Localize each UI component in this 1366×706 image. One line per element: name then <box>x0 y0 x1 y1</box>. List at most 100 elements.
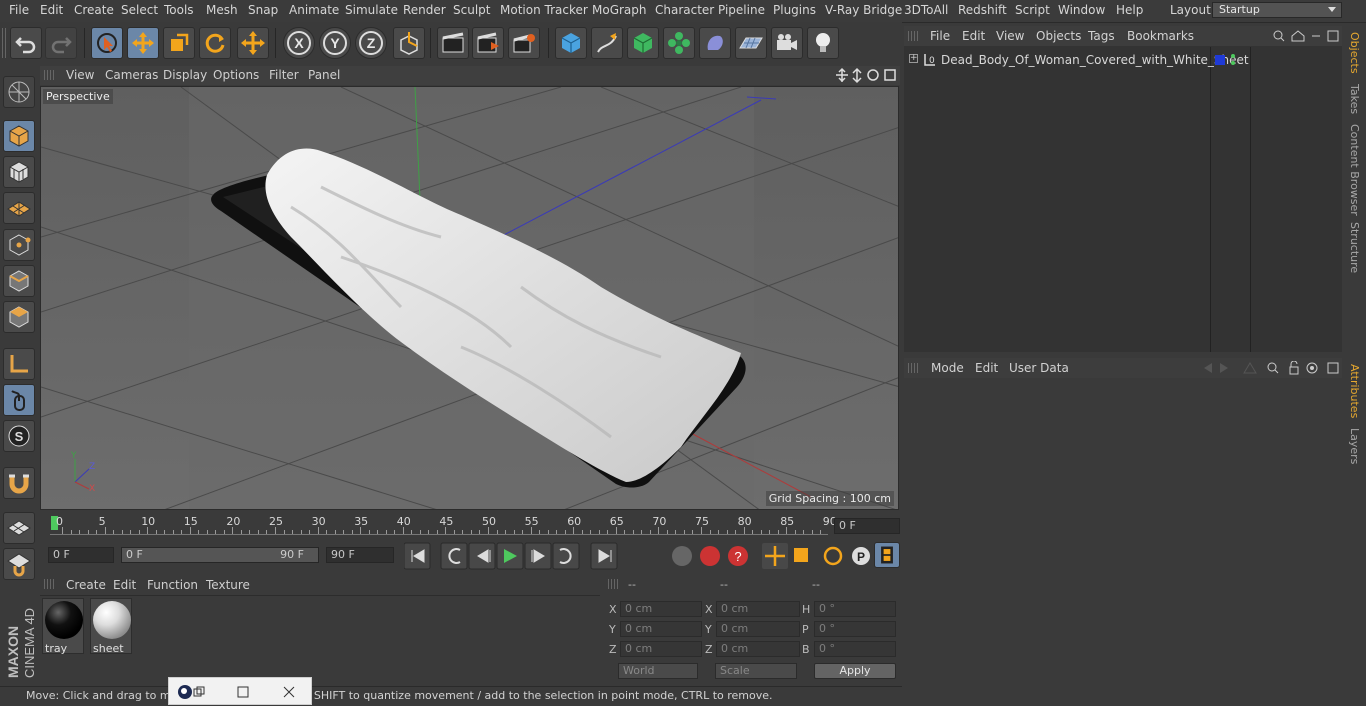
material-grip[interactable] <box>44 579 54 589</box>
menu-plugins[interactable]: Plugins <box>773 3 816 17</box>
tab-layers[interactable]: Layers <box>1348 428 1361 464</box>
menu-file[interactable]: File <box>9 3 29 17</box>
object-grip[interactable] <box>908 31 918 41</box>
coord-size-z-field[interactable]: 0 cm <box>716 641 800 657</box>
axis-mode-button[interactable] <box>3 348 35 380</box>
object-menu-file[interactable]: File <box>930 29 950 43</box>
object-menu-view[interactable]: View <box>996 29 1024 43</box>
keyframe-selection-button[interactable] <box>688 546 708 566</box>
menu-motion-tracker[interactable]: Motion Tracker <box>500 3 588 17</box>
record-active-objects-button[interactable] <box>632 546 652 566</box>
coord-size-x-field[interactable]: 0 cm <box>716 601 800 617</box>
object-menu-bookmarks[interactable]: Bookmarks <box>1127 29 1194 43</box>
coord-size-y-field[interactable]: 0 cm <box>716 621 800 637</box>
coord-pos-y-field[interactable]: 0 cm <box>620 621 702 637</box>
previous-frame-button[interactable] <box>469 543 495 569</box>
floor-button[interactable] <box>735 27 767 59</box>
minimized-window[interactable] <box>168 677 312 705</box>
workplane-lock-button[interactable] <box>3 512 35 544</box>
cube-button[interactable] <box>555 27 587 59</box>
cloner-button[interactable] <box>663 27 695 59</box>
attribute-menu-mode[interactable]: Mode <box>931 361 964 375</box>
coordinates-grip[interactable] <box>608 579 618 589</box>
end-frame-field[interactable]: 90 F <box>326 547 394 563</box>
apply-button[interactable]: Apply <box>814 663 896 679</box>
viewport-menu-view[interactable]: View <box>66 68 94 82</box>
viewport-nav-icons[interactable] <box>835 67 897 84</box>
restore-icon[interactable] <box>193 686 205 698</box>
menu-snap[interactable]: Snap <box>248 3 278 17</box>
material-menu-create[interactable]: Create <box>66 578 106 592</box>
edit-render-settings-button[interactable] <box>508 27 540 59</box>
autokeying-button[interactable] <box>660 546 680 566</box>
expand-icon[interactable]: + <box>909 54 918 63</box>
polygons-mode-button[interactable] <box>3 301 35 333</box>
viewport-grip[interactable] <box>44 70 54 80</box>
object-menu-tags[interactable]: Tags <box>1088 29 1115 43</box>
viewport-menu-filter[interactable]: Filter <box>269 68 299 82</box>
layout-select[interactable]: Startup <box>1212 2 1342 18</box>
menu-help[interactable]: Help <box>1116 3 1143 17</box>
coord-rot-b-field[interactable]: 0 ° <box>814 641 896 657</box>
menu-mesh[interactable]: Mesh <box>206 3 238 17</box>
go-to-end-button[interactable] <box>591 543 617 569</box>
record-parameter-button[interactable] <box>808 543 834 569</box>
size-mode-select[interactable]: Scale <box>715 663 797 679</box>
menu-redshift[interactable]: Redshift <box>958 3 1007 17</box>
visibility-dots-icon[interactable] <box>1230 53 1236 67</box>
attribute-menu-user-data[interactable]: User Data <box>1009 361 1069 375</box>
tab-structure[interactable]: Structure <box>1348 222 1361 273</box>
next-frame-button[interactable] <box>525 543 551 569</box>
camera-button[interactable] <box>771 27 803 59</box>
menu-tools[interactable]: Tools <box>164 3 194 17</box>
tab-attributes[interactable]: Attributes <box>1348 364 1361 418</box>
undo-button[interactable] <box>10 27 42 59</box>
menu-simulate[interactable]: Simulate <box>345 3 398 17</box>
points-mode-button[interactable] <box>3 229 35 261</box>
coord-rot-p-field[interactable]: 0 ° <box>814 621 896 637</box>
transform-button[interactable] <box>237 27 269 59</box>
next-key-button[interactable] <box>553 543 579 569</box>
menu-3dtoall[interactable]: 3DToAll <box>904 3 948 17</box>
viewport-menu-cameras[interactable]: Cameras <box>105 68 158 82</box>
perspective-viewport[interactable]: Y Z X Perspective Grid Spacing : 100 cm <box>40 86 899 510</box>
x-axis-button[interactable]: X <box>283 27 315 59</box>
tab-takes[interactable]: Takes <box>1348 84 1361 114</box>
record-scale-button[interactable] <box>752 543 778 569</box>
menu-window[interactable]: Window <box>1058 3 1105 17</box>
menu-pipeline[interactable]: Pipeline <box>718 3 765 17</box>
material-swatch-tray[interactable]: tray <box>42 598 84 655</box>
previous-key-button[interactable] <box>441 543 467 569</box>
render-picture-viewer-button[interactable] <box>472 27 504 59</box>
menu-vray-bridge[interactable]: V-Ray Bridge <box>825 3 902 17</box>
solo-button[interactable]: S <box>3 420 35 452</box>
menu-create[interactable]: Create <box>74 3 114 17</box>
coordinate-space-select[interactable]: World <box>618 663 698 679</box>
attribute-nav-icons[interactable] <box>1200 361 1340 375</box>
model-mode-button[interactable] <box>3 120 35 152</box>
viewport-menu-display[interactable]: Display <box>163 68 207 82</box>
menu-select[interactable]: Select <box>121 3 158 17</box>
coord-rot-h-field[interactable]: 0 ° <box>814 601 896 617</box>
redo-button[interactable] <box>45 27 77 59</box>
menu-character[interactable]: Character <box>655 3 714 17</box>
layer-color-swatch[interactable] <box>1215 55 1225 65</box>
record-position-button[interactable] <box>722 543 748 569</box>
tab-content-browser[interactable]: Content Browser <box>1348 124 1361 216</box>
z-axis-button[interactable]: Z <box>355 27 387 59</box>
object-menu-edit[interactable]: Edit <box>962 29 985 43</box>
subdivision-surface-button[interactable] <box>627 27 659 59</box>
record-rotation-button[interactable] <box>780 543 806 569</box>
light-button[interactable] <box>807 27 839 59</box>
material-menu-texture[interactable]: Texture <box>206 578 250 592</box>
live-select-button[interactable] <box>91 27 123 59</box>
material-menu-edit[interactable]: Edit <box>113 578 136 592</box>
frame-range-slider[interactable]: 0 F 90 F <box>121 547 319 563</box>
menu-mograph[interactable]: MoGraph <box>592 3 647 17</box>
viewport-menu-panel[interactable]: Panel <box>308 68 340 82</box>
go-to-start-button[interactable] <box>404 543 430 569</box>
start-frame-field[interactable]: 0 F <box>48 547 114 563</box>
attribute-menu-edit[interactable]: Edit <box>975 361 998 375</box>
maximize-icon[interactable] <box>237 686 249 698</box>
coord-pos-z-field[interactable]: 0 cm <box>620 641 702 657</box>
